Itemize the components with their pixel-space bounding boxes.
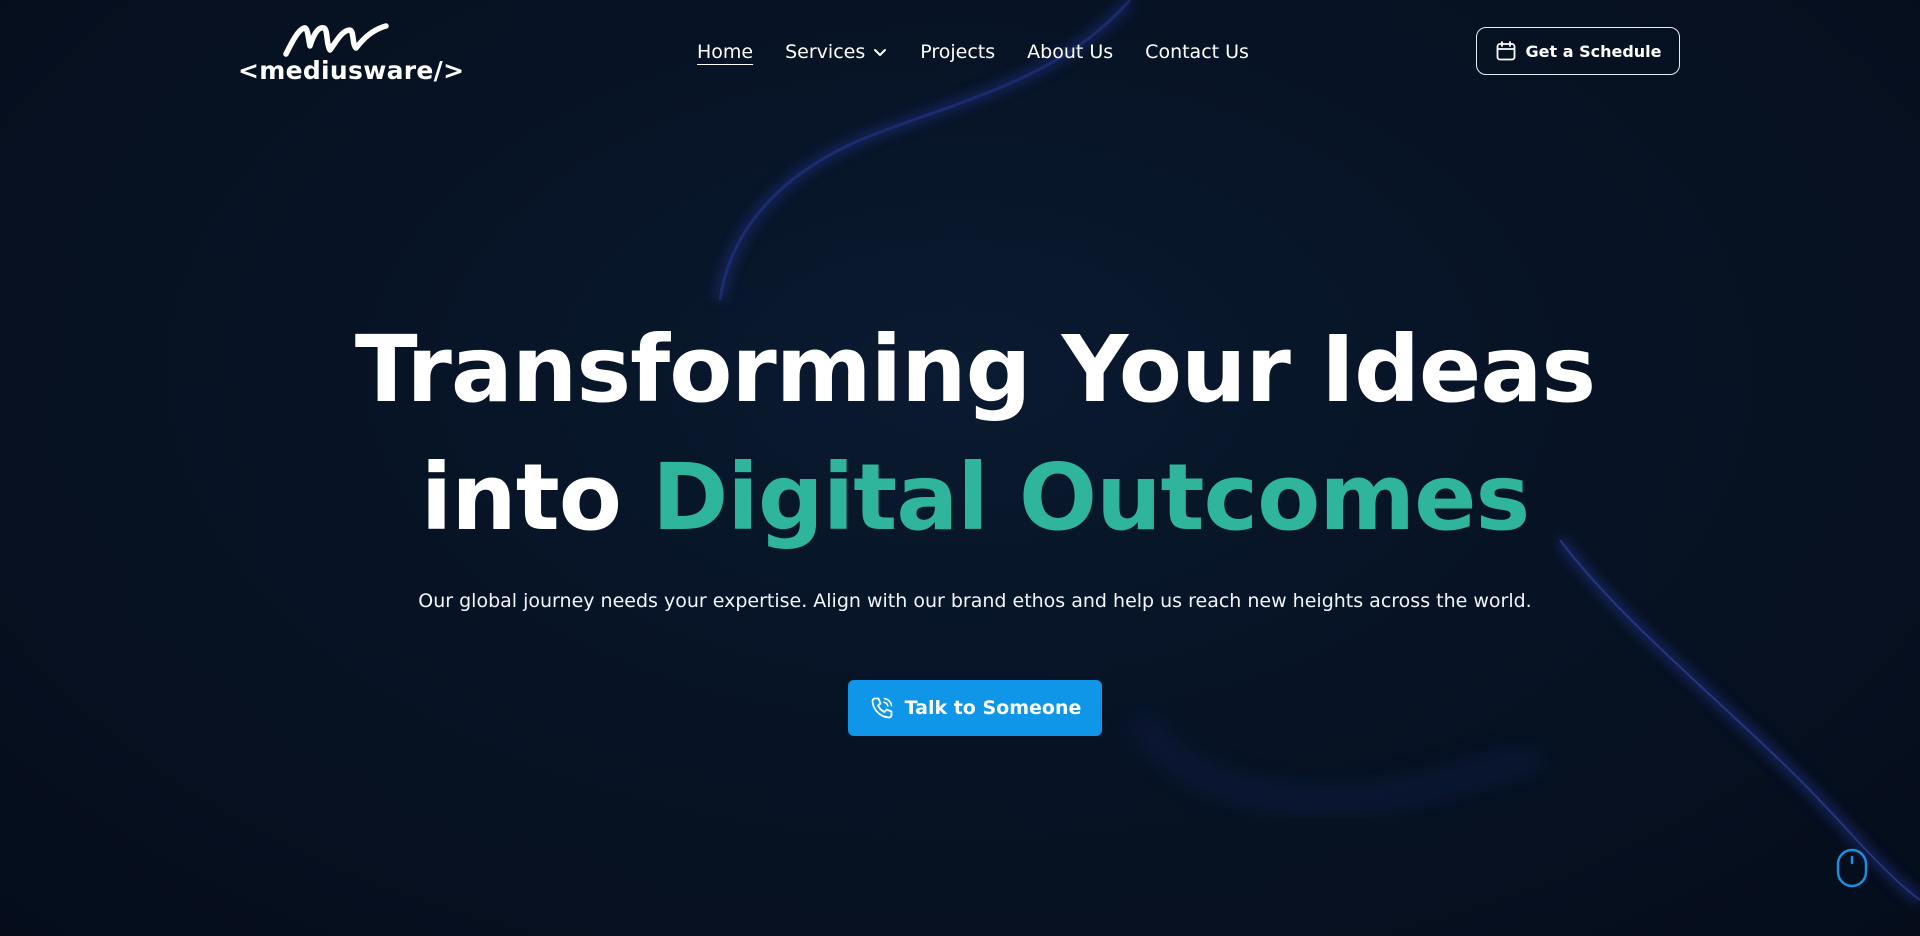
get-schedule-label: Get a Schedule xyxy=(1525,41,1662,61)
hero-title-line1: Transforming Your Ideas xyxy=(354,316,1596,423)
chevron-down-icon xyxy=(874,49,887,56)
hero-title-plain: into xyxy=(420,444,622,551)
hero-title: Transforming Your Ideas into Digital Out… xyxy=(0,306,1920,562)
landing-page: <mediusware/> Home Services Projects Abo… xyxy=(0,0,1920,936)
nav-services[interactable]: Services xyxy=(785,41,888,63)
main-nav: Home Services Projects About Us Contact … xyxy=(697,40,1249,64)
talk-to-someone-button[interactable]: Talk to Someone xyxy=(848,680,1102,736)
nav-services-label: Services xyxy=(785,41,866,63)
nav-projects[interactable]: Projects xyxy=(920,41,995,63)
hero-title-accent: Digital Outcomes xyxy=(651,444,1530,551)
logo[interactable]: <mediusware/> xyxy=(238,22,464,85)
nav-contact[interactable]: Contact Us xyxy=(1145,41,1249,63)
talk-to-someone-label: Talk to Someone xyxy=(904,697,1082,719)
nav-about[interactable]: About Us xyxy=(1027,41,1113,63)
mouse-scroll-icon[interactable] xyxy=(1836,848,1868,888)
phone-icon xyxy=(871,697,893,719)
nav-home[interactable]: Home xyxy=(697,41,753,63)
hero-title-line2: into Digital Outcomes xyxy=(0,434,1920,562)
calendar-icon xyxy=(1496,41,1515,61)
site-header: <mediusware/> Home Services Projects Abo… xyxy=(0,0,1920,104)
mw-signature-icon xyxy=(283,23,389,57)
logo-wordmark: <mediusware/> xyxy=(238,56,465,85)
get-schedule-button[interactable]: Get a Schedule xyxy=(1476,27,1680,75)
hero-subtitle: Our global journey needs your expertise.… xyxy=(418,590,1532,612)
